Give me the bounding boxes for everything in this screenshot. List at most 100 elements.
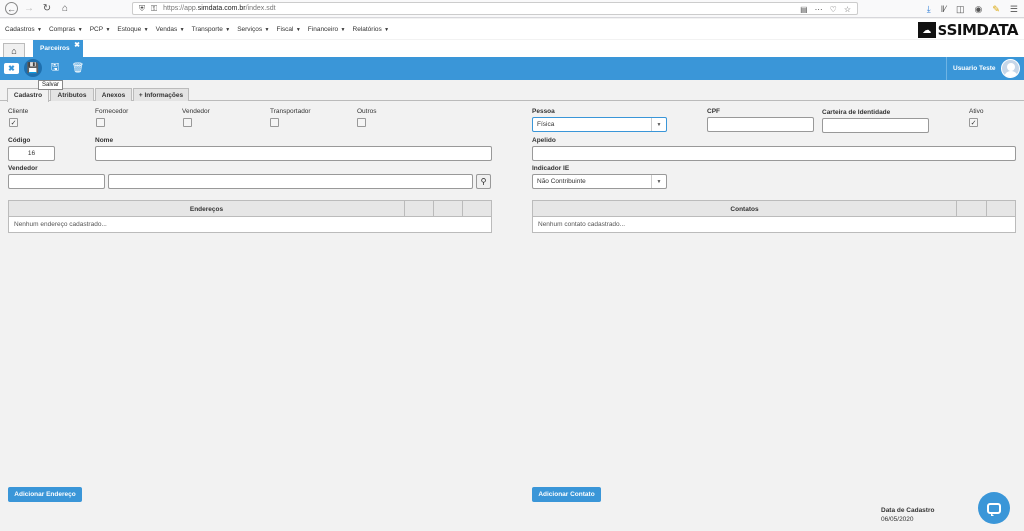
contatos-empty: Nenhum contato cadastrado...: [538, 221, 626, 228]
add-contato-button[interactable]: Adicionar Contato: [532, 487, 601, 502]
tab-informacoes[interactable]: + Informações: [133, 88, 189, 101]
outros-label: Outros: [357, 108, 377, 115]
transportador-label: Transportador: [270, 108, 311, 115]
caret-down-icon: ▼: [178, 26, 185, 33]
caret-down-icon: ▼: [382, 26, 390, 33]
transportador-checkbox[interactable]: [270, 118, 279, 127]
caret-down-icon: ▼: [651, 118, 666, 131]
caret-down-icon: ▼: [651, 175, 666, 188]
menu-transporte[interactable]: Transporte ▼: [192, 26, 231, 33]
user-menu[interactable]: Usuario Teste: [946, 57, 1024, 80]
tab-anexos[interactable]: Anexos: [95, 88, 132, 101]
indicador-ie-value: Não Contribuinte: [537, 178, 586, 185]
pessoa-select[interactable]: Física ▼: [532, 117, 667, 132]
main-menu: Cadastros ▼ Compras ▼ PCP ▼ Estoque ▼ Ve…: [0, 19, 1024, 39]
save-new-icon[interactable]: 🖫: [47, 60, 63, 76]
add-endereco-button[interactable]: Adicionar Endereço: [8, 487, 82, 502]
search-icon: ⚲: [480, 177, 487, 186]
enderecos-title: Endereços: [189, 205, 224, 213]
home-tab[interactable]: ⌂: [3, 43, 25, 57]
rg-label: Carteira de Identidade: [822, 109, 891, 116]
tooltip: Salvar: [38, 80, 64, 90]
indicador-ie-label: Indicador IE: [532, 165, 570, 172]
page-tabs: ⌂ Parceiros ✖: [0, 40, 1024, 57]
browser-toolbar: ← → ↻ ⌂ ⛨ ⚿ https://app.simdata.com.br/i…: [0, 0, 1024, 18]
back-icon[interactable]: ←: [5, 2, 18, 15]
logo-text: SSIMDATA: [937, 21, 1019, 39]
search-button[interactable]: ⚲: [476, 174, 491, 189]
url-path: /index.sdt: [245, 5, 276, 12]
menu-compras[interactable]: Compras ▼: [49, 26, 83, 33]
nome-label: Nome: [95, 137, 114, 144]
grid-column: [433, 201, 462, 217]
contatos-title: Contatos: [730, 205, 759, 213]
grid-column: [462, 201, 491, 217]
tab-parceiros[interactable]: Parceiros ✖: [33, 40, 83, 57]
contatos-grid: Contatos Nenhum contato cadastrado...: [532, 200, 1016, 233]
pocket-icon[interactable]: ♡: [830, 5, 837, 14]
grid-column: [986, 201, 1015, 217]
home-icon: ⌂: [11, 45, 17, 56]
form-tabs: Cadastro Atributos Anexos + Informações: [0, 86, 1024, 102]
extension-icon[interactable]: ✎: [992, 4, 1000, 15]
menu-servicos[interactable]: Serviços ▼: [237, 26, 269, 33]
url-bar[interactable]: ⛨ ⚿ https://app.simdata.com.br/index.sdt…: [132, 2, 858, 15]
account-icon[interactable]: ◉: [975, 4, 983, 15]
caret-down-icon: ▼: [76, 26, 83, 33]
cpf-label: CPF: [707, 108, 720, 115]
chat-icon: [987, 502, 1001, 516]
menu-relatorios[interactable]: Relatórios ▼: [353, 26, 390, 33]
cpf-input[interactable]: [707, 117, 814, 132]
ativo-checkbox[interactable]: ✓: [969, 118, 978, 127]
page-actions-icon[interactable]: ⋯: [815, 5, 823, 14]
caret-down-icon: ▼: [339, 26, 346, 33]
url-text: https://app.simdata.com.br/index.sdt: [163, 5, 275, 12]
menu-pcp[interactable]: PCP ▼: [90, 26, 111, 33]
tab-cadastro[interactable]: Cadastro: [7, 88, 49, 102]
download-icon[interactable]: ⤓: [927, 4, 931, 15]
pessoa-value: Física: [537, 121, 555, 128]
menu-cadastros[interactable]: Cadastros ▼: [5, 26, 42, 33]
apelido-input[interactable]: [532, 146, 1016, 161]
avatar[interactable]: [1001, 59, 1020, 78]
outros-checkbox[interactable]: [357, 118, 366, 127]
sidebar-icon[interactable]: ◫: [956, 4, 965, 15]
cliente-checkbox[interactable]: ✓: [9, 118, 18, 127]
indicador-ie-select[interactable]: Não Contribuinte ▼: [532, 174, 667, 189]
data-cadastro-value: 06/05/2020: [881, 516, 914, 523]
shield-icon: ⛨: [139, 3, 145, 13]
menu-vendas[interactable]: Vendas ▼: [156, 26, 185, 33]
fornecedor-checkbox[interactable]: [96, 118, 105, 127]
enderecos-grid: Endereços Nenhum endereço cadastrado...: [8, 200, 492, 233]
data-cadastro-label: Data de Cadastro: [881, 507, 935, 514]
close-icon[interactable]: ✖: [74, 41, 80, 49]
library-icon[interactable]: ‖⁄: [941, 4, 946, 14]
chat-button[interactable]: [978, 492, 1010, 524]
menu-financeiro[interactable]: Financeiro ▼: [308, 26, 346, 33]
hamburger-menu-icon[interactable]: ☰: [1010, 4, 1018, 15]
forward-icon[interactable]: →: [22, 2, 36, 16]
fornecedor-label: Fornecedor: [95, 108, 129, 115]
nome-input[interactable]: [95, 146, 492, 161]
cloud-icon: ☁: [917, 22, 936, 38]
caret-down-icon: ▼: [104, 26, 111, 33]
save-icon[interactable]: 💾: [24, 59, 42, 77]
reader-view-icon[interactable]: ▤: [800, 5, 808, 14]
caret-down-icon: ▼: [35, 26, 42, 33]
rg-input[interactable]: [822, 118, 929, 133]
clear-icon[interactable]: ✖: [4, 63, 19, 74]
grid-column: [404, 201, 433, 217]
caret-down-icon: ▼: [142, 26, 149, 33]
home-icon[interactable]: ⌂: [58, 2, 72, 16]
menu-fiscal[interactable]: Fiscal ▼: [276, 26, 300, 33]
codigo-input[interactable]: 16: [8, 146, 55, 161]
lock-icon: ⚿: [151, 3, 158, 13]
bookmark-star-icon[interactable]: ☆: [844, 5, 851, 14]
reload-icon[interactable]: ↻: [40, 2, 54, 16]
menu-estoque[interactable]: Estoque ▼: [117, 26, 148, 33]
caret-down-icon: ▼: [263, 26, 270, 33]
vendedor-code-input[interactable]: [8, 174, 105, 189]
trash-icon[interactable]: 🗑: [70, 60, 86, 76]
vendedor-checkbox[interactable]: [183, 118, 192, 127]
vendedor-name-input[interactable]: [108, 174, 473, 189]
